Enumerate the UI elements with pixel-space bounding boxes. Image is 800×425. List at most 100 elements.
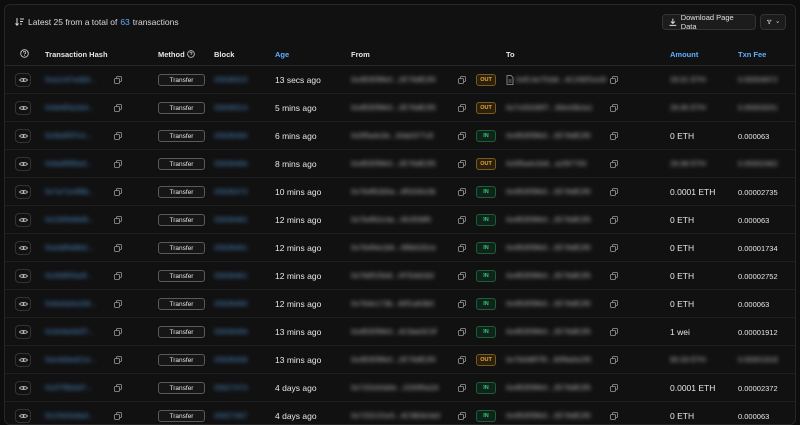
block-link[interactable]: 20636460	[214, 299, 247, 308]
block-link[interactable]: 20636484	[214, 159, 247, 168]
transaction-hash-link[interactable]: 0xe4d3ed21e...	[45, 355, 97, 364]
transaction-hash-link[interactable]: 0xa3df4d8d1...	[45, 243, 95, 252]
to-address[interactable]: 0x4fDEf9fe0...2E76dE2f0	[506, 299, 591, 308]
from-address[interactable]: 0x72021f1e0...4C9B3e3a0	[351, 411, 440, 420]
block-link[interactable]: 20636461	[214, 243, 247, 252]
column-amount[interactable]: Amount	[670, 50, 698, 59]
view-details-button[interactable]	[15, 73, 31, 87]
transaction-hash-link[interactable]: 0x9a4a0a1b9...	[45, 299, 97, 308]
copy-icon[interactable]	[610, 300, 618, 308]
to-address[interactable]: 0x4fDEf9fe0...2E76dE2f0	[506, 131, 591, 140]
copy-icon[interactable]	[458, 76, 466, 84]
copy-icon[interactable]	[114, 412, 122, 420]
from-address[interactable]: 0x4fDEf9fe0...2E76dE2f0	[351, 103, 436, 112]
copy-icon[interactable]	[458, 300, 466, 308]
copy-icon[interactable]	[610, 412, 618, 420]
copy-icon[interactable]	[114, 188, 122, 196]
sort-descending-icon[interactable]	[15, 17, 25, 27]
from-address[interactable]: 0x7b4f4e1b6...0f6b02b1e	[351, 243, 436, 252]
to-address[interactable]: 0x4fDEf9fe0...2E76dE2f0	[506, 411, 591, 420]
to-address[interactable]: 0xfC4e7f1b8...4C25Ef1e26	[516, 75, 606, 84]
block-link[interactable]: 20627467	[214, 411, 247, 420]
from-address[interactable]: 0x4fDEf9fe0...2E76dE2f0	[351, 75, 436, 84]
view-details-button[interactable]	[15, 101, 31, 115]
block-link[interactable]: 20636523	[214, 75, 247, 84]
copy-icon[interactable]	[114, 384, 122, 392]
filter-button[interactable]	[760, 14, 786, 30]
copy-icon[interactable]	[458, 356, 466, 364]
copy-icon[interactable]	[114, 356, 122, 364]
block-link[interactable]: 20636514	[214, 103, 247, 112]
copy-icon[interactable]	[610, 244, 618, 252]
to-address[interactable]: 0x4fDEf9fe0...2E76dE2f0	[506, 271, 591, 280]
block-link[interactable]: 20636409	[214, 327, 247, 336]
copy-icon[interactable]	[114, 216, 122, 224]
copy-icon[interactable]	[458, 272, 466, 280]
copy-icon[interactable]	[458, 328, 466, 336]
from-address[interactable]: 0x7202e0a0e...2330f0a2d	[351, 383, 438, 392]
to-address[interactable]: 0x7b0d8f7f0...90f9a0e2f0	[506, 355, 591, 364]
summary-total[interactable]: 63	[120, 17, 129, 27]
block-link[interactable]: 20627473	[214, 383, 247, 392]
transaction-hash-link[interactable]: 0x150f4d0d5...	[45, 215, 95, 224]
to-address[interactable]: 0x7c002d5f7...90e43b2a1	[506, 103, 593, 112]
from-address[interactable]: 0x4fDEf9fe0...4C9ae0C0f	[351, 327, 436, 336]
view-details-button[interactable]	[15, 297, 31, 311]
from-address[interactable]: 0x7b4f62b5a...6f5330c0b	[351, 187, 436, 196]
download-page-data-button[interactable]: Download Page Data	[662, 13, 756, 31]
copy-icon[interactable]	[458, 160, 466, 168]
view-details-button[interactable]	[15, 185, 31, 199]
copy-icon[interactable]	[458, 132, 466, 140]
block-link[interactable]: 20636461	[214, 271, 247, 280]
column-fee[interactable]: Txn Fee	[738, 50, 766, 59]
transaction-hash-link[interactable]: 0x2f7f6b4d7...	[45, 383, 93, 392]
copy-icon[interactable]	[114, 244, 122, 252]
copy-icon[interactable]	[610, 160, 618, 168]
transaction-hash-link[interactable]: 0x2b9f05a3f...	[45, 271, 93, 280]
view-details-button[interactable]	[15, 213, 31, 227]
copy-icon[interactable]	[458, 412, 466, 420]
copy-icon[interactable]	[114, 76, 122, 84]
transaction-hash-link[interactable]: 0x8a9f9f9a3...	[45, 159, 93, 168]
view-details-button[interactable]	[15, 129, 31, 143]
view-details-button[interactable]	[15, 353, 31, 367]
copy-icon[interactable]	[458, 384, 466, 392]
from-address[interactable]: 0x7b9f1f3e8...0f7b3d1b0	[351, 271, 434, 280]
copy-icon[interactable]	[610, 384, 618, 392]
block-link[interactable]: 20636462	[214, 215, 247, 224]
from-address[interactable]: 0x7b4f62c4a...0fc5f39f0	[351, 215, 431, 224]
column-age[interactable]: Age	[275, 50, 289, 59]
copy-icon[interactable]	[610, 216, 618, 224]
copy-icon[interactable]	[610, 76, 618, 84]
from-address[interactable]: 0x7b4e173b...80f1a63b0	[351, 299, 434, 308]
block-link[interactable]: 20636408	[214, 355, 247, 364]
copy-icon[interactable]	[610, 132, 618, 140]
copy-icon[interactable]	[610, 188, 618, 196]
view-details-button[interactable]	[15, 269, 31, 283]
transaction-hash-link[interactable]: 0x7a71e4f8b...	[45, 187, 95, 196]
copy-icon[interactable]	[114, 160, 122, 168]
transaction-hash-link[interactable]: 0xa1c97a3b5...	[45, 75, 96, 84]
block-link[interactable]: 20636494	[214, 131, 247, 140]
to-address[interactable]: 0x4fDEf9fe0...2E76dE2f0	[506, 215, 591, 224]
transaction-hash-link[interactable]: 0x3b4f0f7e1...	[45, 131, 93, 140]
copy-icon[interactable]	[610, 356, 618, 364]
view-details-button[interactable]	[15, 409, 31, 423]
from-address[interactable]: 0x4fDEf9fe0...2E76dE2f0	[351, 159, 436, 168]
from-address[interactable]: 0x4fDEf9fe0...2E76dE2f0	[351, 355, 436, 364]
copy-icon[interactable]	[114, 272, 122, 280]
copy-icon[interactable]	[114, 104, 122, 112]
to-address[interactable]: 0x4fDEf9fe0...2E76dE2f0	[506, 383, 591, 392]
copy-icon[interactable]	[458, 188, 466, 196]
from-address[interactable]: 0x5f5a4c0e...93a0377c8	[351, 131, 433, 140]
to-address[interactable]: 0x4fDEf9fe0...2E76dE2f0	[506, 187, 591, 196]
to-address[interactable]: 0x4fDEf9fe0...2E76dE2f0	[506, 243, 591, 252]
copy-icon[interactable]	[458, 244, 466, 252]
copy-icon[interactable]	[610, 104, 618, 112]
copy-icon[interactable]	[114, 300, 122, 308]
help-icon[interactable]	[20, 49, 29, 60]
copy-icon[interactable]	[458, 104, 466, 112]
block-link[interactable]: 20636473	[214, 187, 247, 196]
transaction-hash-link[interactable]: 0x3e9a0d2f7...	[45, 327, 95, 336]
transaction-hash-link[interactable]: 0x9e6f3a1b4...	[45, 103, 95, 112]
